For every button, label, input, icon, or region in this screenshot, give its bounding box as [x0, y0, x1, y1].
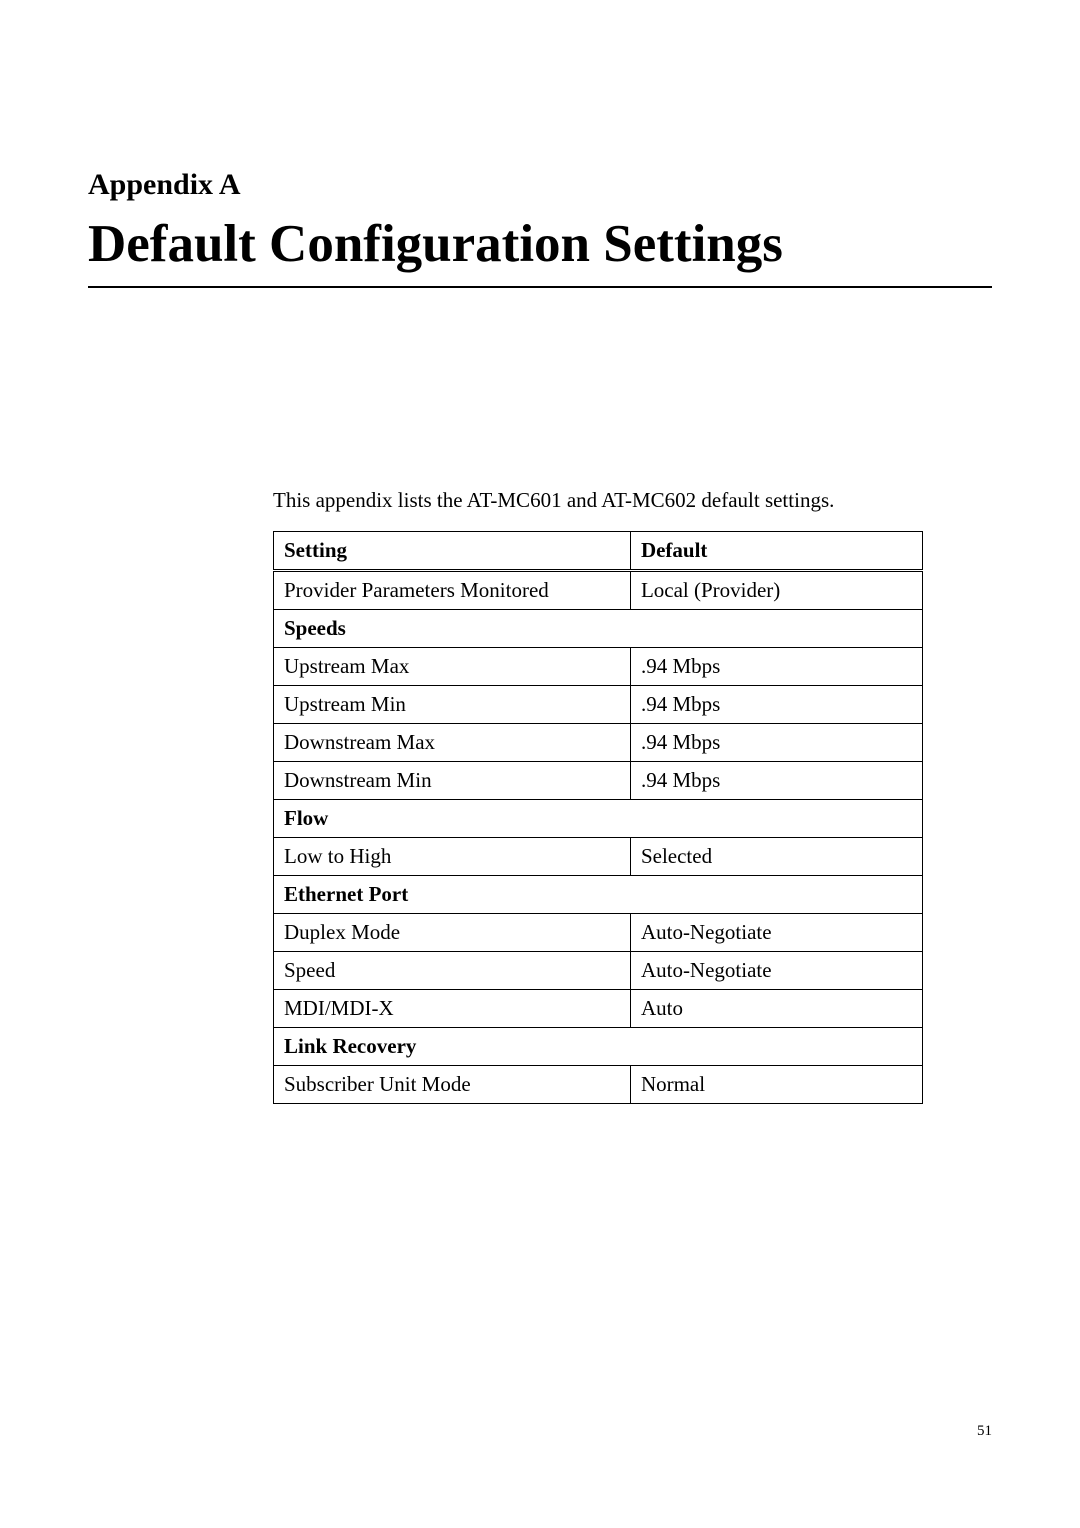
- table-row: Low to High Selected: [274, 838, 923, 876]
- cell-default: .94 Mbps: [630, 686, 922, 724]
- table-row: Downstream Max .94 Mbps: [274, 724, 923, 762]
- table-section-row: Ethernet Port: [274, 876, 923, 914]
- cell-default: .94 Mbps: [630, 762, 922, 800]
- cell-setting: Downstream Max: [274, 724, 631, 762]
- cell-setting: Speed: [274, 952, 631, 990]
- cell-setting: Duplex Mode: [274, 914, 631, 952]
- cell-setting: Downstream Min: [274, 762, 631, 800]
- table-row: Provider Parameters Monitored Local (Pro…: [274, 571, 923, 610]
- cell-setting: Provider Parameters Monitored: [274, 571, 631, 610]
- table-row: Duplex Mode Auto-Negotiate: [274, 914, 923, 952]
- content-area: This appendix lists the AT-MC601 and AT-…: [273, 488, 992, 1104]
- section-speeds: Speeds: [274, 610, 923, 648]
- table-header-row: Setting Default: [274, 532, 923, 571]
- settings-table: Setting Default Provider Parameters Moni…: [273, 531, 923, 1104]
- header-default: Default: [630, 532, 922, 571]
- table-section-row: Speeds: [274, 610, 923, 648]
- cell-default: Auto: [630, 990, 922, 1028]
- cell-setting: Upstream Min: [274, 686, 631, 724]
- appendix-label: Appendix A: [88, 168, 992, 202]
- table-row: Upstream Max .94 Mbps: [274, 648, 923, 686]
- cell-default: Local (Provider): [630, 571, 922, 610]
- table-row: Subscriber Unit Mode Normal: [274, 1066, 923, 1104]
- cell-default: .94 Mbps: [630, 724, 922, 762]
- table-section-row: Flow: [274, 800, 923, 838]
- cell-default: Auto-Negotiate: [630, 952, 922, 990]
- cell-setting: MDI/MDI-X: [274, 990, 631, 1028]
- table-row: Downstream Min .94 Mbps: [274, 762, 923, 800]
- cell-default: Selected: [630, 838, 922, 876]
- cell-default: Auto-Negotiate: [630, 914, 922, 952]
- page-container: Appendix A Default Configuration Setting…: [0, 0, 1080, 1104]
- cell-default: .94 Mbps: [630, 648, 922, 686]
- section-link: Link Recovery: [274, 1028, 923, 1066]
- header-setting: Setting: [274, 532, 631, 571]
- page-number: 51: [977, 1423, 992, 1440]
- table-row: MDI/MDI-X Auto: [274, 990, 923, 1028]
- table-section-row: Link Recovery: [274, 1028, 923, 1066]
- cell-default: Normal: [630, 1066, 922, 1104]
- main-title: Default Configuration Settings: [88, 214, 992, 288]
- cell-setting: Subscriber Unit Mode: [274, 1066, 631, 1104]
- section-ethernet: Ethernet Port: [274, 876, 923, 914]
- section-flow: Flow: [274, 800, 923, 838]
- table-row: Upstream Min .94 Mbps: [274, 686, 923, 724]
- cell-setting: Low to High: [274, 838, 631, 876]
- intro-text: This appendix lists the AT-MC601 and AT-…: [273, 488, 992, 513]
- cell-setting: Upstream Max: [274, 648, 631, 686]
- table-row: Speed Auto-Negotiate: [274, 952, 923, 990]
